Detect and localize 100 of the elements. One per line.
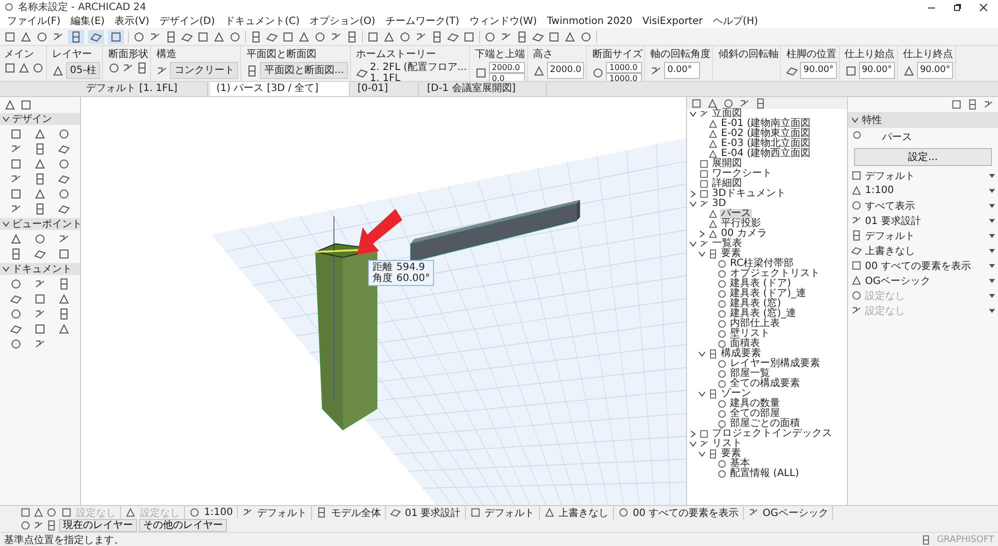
dimension-icon[interactable] (592, 67, 604, 79)
input-field[interactable]: 90.00° (858, 62, 895, 79)
quick-option[interactable]: 上書きなし (556, 506, 611, 520)
input-field[interactable]: 0.0 (488, 73, 525, 81)
menu-item[interactable]: ウィンドウ(W) (464, 14, 542, 28)
caret-icon[interactable] (689, 240, 697, 248)
geometry-icon[interactable] (122, 62, 134, 74)
dimension-icon[interactable] (844, 64, 857, 76)
toolbar-icon[interactable] (298, 30, 310, 42)
navigator-item[interactable]: ワークシート (711, 169, 773, 179)
navigator-item[interactable]: 建具表 (ドア)_連 (729, 289, 807, 299)
quick-option[interactable]: デフォルト (482, 506, 537, 520)
navigator-item[interactable]: プロジェクトインデックス (711, 429, 833, 439)
toolbar-icon[interactable] (181, 30, 193, 42)
dimension-icon[interactable] (902, 64, 915, 76)
navigator-item[interactable]: 内部仕上表 (729, 319, 781, 329)
caret-icon[interactable] (851, 116, 859, 124)
navigator-item[interactable]: E-01 (建物南立面図 (720, 119, 812, 129)
tool-icon[interactable] (34, 308, 46, 320)
geometry-icon[interactable] (32, 62, 44, 74)
tool-icon[interactable] (10, 128, 22, 140)
menu-item[interactable]: チームワーク(T) (380, 14, 464, 28)
input-field[interactable]: 1000.0 (606, 62, 642, 73)
navigator-item[interactable]: パース (720, 209, 752, 219)
navigator-item[interactable]: 構成要素 (720, 349, 762, 359)
tool-icon[interactable] (58, 248, 70, 260)
toolbar-icon[interactable] (383, 30, 395, 42)
input-field[interactable]: 1000.0 (606, 73, 642, 81)
navigator-icon[interactable] (723, 98, 734, 108)
navigator-icon[interactable] (707, 98, 718, 108)
input-field[interactable]: 90.00° (800, 62, 837, 79)
navigator-item[interactable]: 展開図 (711, 159, 743, 169)
input-field[interactable]: 2000.0 (488, 62, 525, 73)
input-field[interactable]: 90.00° (916, 62, 954, 79)
navigator-item[interactable]: 建具表 (ドア) (729, 279, 792, 289)
property-value[interactable]: デフォルト (865, 168, 986, 182)
navigator-item[interactable]: 全ての部屋 (729, 409, 781, 419)
menu-item[interactable]: ファイル(F) (2, 14, 66, 28)
layer-button[interactable]: その他のレイヤー (139, 519, 227, 532)
tool-icon[interactable] (34, 158, 46, 170)
layer-button[interactable]: 現在のレイヤー (59, 519, 137, 532)
tool-icon[interactable] (58, 293, 70, 305)
caret-icon[interactable] (2, 265, 10, 273)
caret-icon[interactable] (689, 200, 697, 208)
caret-icon[interactable] (689, 430, 697, 438)
navigator-item[interactable]: 一覧表 (711, 239, 743, 249)
toolbar-icon[interactable] (447, 30, 459, 42)
toolbar-icon[interactable] (282, 30, 294, 42)
property-value[interactable]: 00 すべての要素を表示 (865, 258, 986, 272)
caret-icon[interactable] (2, 115, 10, 123)
geometry-icon[interactable] (18, 62, 30, 74)
navigator-item[interactable]: 配置情報 (ALL) (729, 469, 800, 479)
navigator-item[interactable]: リスト (711, 439, 743, 449)
quick-option[interactable]: OGベーシック (760, 506, 830, 520)
quick-option[interactable]: モデル全体 (328, 506, 383, 520)
story-value[interactable]: 2. 2FL (配置フロア... (370, 62, 467, 73)
navigator-icon[interactable] (691, 98, 702, 108)
material-icon[interactable] (52, 64, 64, 76)
caret-icon[interactable] (698, 230, 706, 238)
quick-option[interactable]: 1:100 (202, 507, 235, 518)
navigator-item[interactable]: 要素 (720, 249, 742, 259)
navigator-item[interactable]: 要素 (720, 449, 742, 459)
tool-icon[interactable] (58, 308, 70, 320)
toolbar-icon[interactable] (20, 30, 32, 42)
tool-icon[interactable] (34, 128, 46, 140)
toolbar-icon[interactable] (367, 30, 379, 42)
toolbar-icon[interactable] (229, 30, 241, 42)
toolbar-icon[interactable] (165, 30, 177, 42)
tool-icon[interactable] (10, 278, 22, 290)
caret-icon[interactable] (698, 350, 706, 358)
toolbar-icon[interactable] (564, 30, 576, 42)
navigator-item[interactable]: 建具の数量 (729, 399, 781, 409)
toolbar-icon[interactable] (70, 30, 82, 42)
story-icon[interactable] (356, 67, 368, 79)
dropdown-arrow-icon[interactable] (989, 188, 995, 194)
tool-icon[interactable] (10, 233, 22, 245)
quick-option[interactable]: 01 要求設計 (402, 506, 463, 520)
navigator-item[interactable]: 建具表 (窓) (729, 299, 782, 309)
dropdown-arrow-icon[interactable] (989, 292, 995, 298)
toolbar-icon[interactable] (213, 30, 225, 42)
tool-icon[interactable] (58, 203, 70, 215)
settings-button[interactable]: 設定... (854, 148, 992, 166)
close-icon[interactable] (978, 2, 988, 12)
tool-icon[interactable] (58, 188, 70, 200)
navigator-item[interactable]: 建具表 (窓)_連 (729, 309, 797, 319)
geometry-icon[interactable] (136, 62, 148, 74)
restore-icon[interactable] (952, 2, 962, 12)
caret-icon[interactable] (698, 390, 706, 398)
quick-option[interactable]: デフォルト (254, 506, 309, 520)
navigator-item[interactable]: 立面図 (711, 109, 743, 119)
menu-item[interactable]: オプション(O) (304, 14, 380, 28)
toolbar-icon[interactable] (463, 30, 475, 42)
tool-icon[interactable] (58, 278, 70, 290)
tool-icon[interactable] (34, 203, 46, 215)
tool-icon[interactable] (10, 188, 22, 200)
dropdown[interactable]: 平面図と断面図... (260, 62, 348, 79)
navigator-icon[interactable] (755, 98, 766, 108)
dropdown[interactable]: 05-柱 (66, 62, 100, 79)
navigator-item[interactable]: 00 カメラ (720, 229, 768, 239)
menu-item[interactable]: VisiExporter (637, 16, 708, 26)
